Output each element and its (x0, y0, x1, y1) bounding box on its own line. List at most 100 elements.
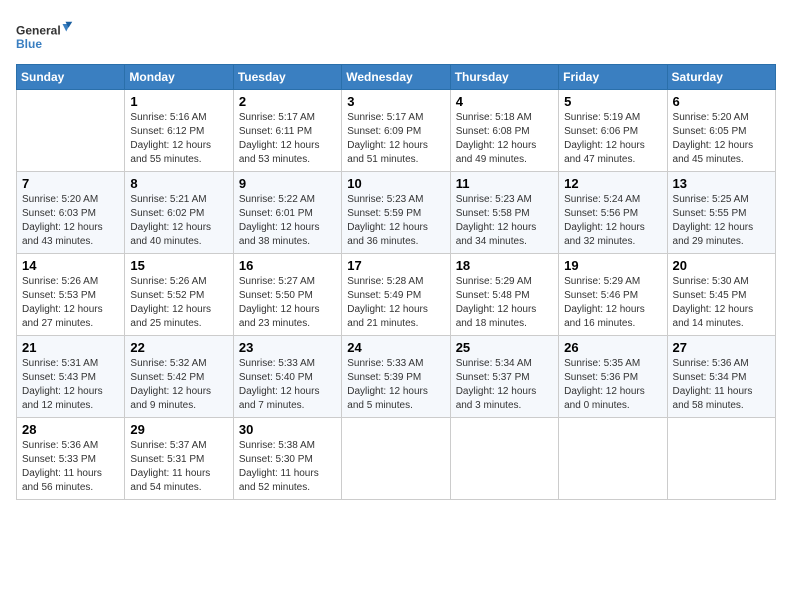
calendar-week-row: 7 Sunrise: 5:20 AMSunset: 6:03 PMDaylight… (17, 172, 776, 254)
day-number: 10 (347, 176, 444, 191)
calendar-cell: 16 Sunrise: 5:27 AMSunset: 5:50 PMDayligh… (233, 254, 341, 336)
day-number: 13 (673, 176, 770, 191)
day-number: 26 (564, 340, 661, 355)
day-info: Sunrise: 5:33 AMSunset: 5:39 PMDaylight:… (347, 357, 444, 413)
day-info: Sunrise: 5:27 AMSunset: 5:50 PMDaylight:… (239, 275, 336, 331)
day-info: Sunrise: 5:25 AMSunset: 5:55 PMDaylight:… (673, 193, 770, 249)
calendar-cell: 9 Sunrise: 5:22 AMSunset: 6:01 PMDaylight… (233, 172, 341, 254)
day-number: 14 (22, 258, 119, 273)
calendar-cell: 27 Sunrise: 5:36 AMSunset: 5:34 PMDayligh… (667, 336, 775, 418)
calendar-cell (559, 418, 667, 500)
day-number: 22 (130, 340, 227, 355)
day-info: Sunrise: 5:16 AMSunset: 6:12 PMDaylight:… (130, 111, 227, 167)
calendar-cell: 8 Sunrise: 5:21 AMSunset: 6:02 PMDaylight… (125, 172, 233, 254)
calendar-cell: 15 Sunrise: 5:26 AMSunset: 5:52 PMDayligh… (125, 254, 233, 336)
calendar-cell: 26 Sunrise: 5:35 AMSunset: 5:36 PMDayligh… (559, 336, 667, 418)
day-number: 3 (347, 94, 444, 109)
day-info: Sunrise: 5:23 AMSunset: 5:58 PMDaylight:… (456, 193, 553, 249)
day-info: Sunrise: 5:19 AMSunset: 6:06 PMDaylight:… (564, 111, 661, 167)
calendar-cell: 29 Sunrise: 5:37 AMSunset: 5:31 PMDayligh… (125, 418, 233, 500)
day-info: Sunrise: 5:26 AMSunset: 5:53 PMDaylight:… (22, 275, 119, 331)
day-number: 8 (130, 176, 227, 191)
day-info: Sunrise: 5:22 AMSunset: 6:01 PMDaylight:… (239, 193, 336, 249)
day-number: 7 (22, 176, 119, 191)
calendar-cell: 17 Sunrise: 5:28 AMSunset: 5:49 PMDayligh… (342, 254, 450, 336)
day-info: Sunrise: 5:20 AMSunset: 6:05 PMDaylight:… (673, 111, 770, 167)
calendar-cell: 4Sunrise: 5:18 AMSunset: 6:08 PMDaylight… (450, 90, 558, 172)
day-number: 16 (239, 258, 336, 273)
calendar-cell: 11Sunrise: 5:23 AMSunset: 5:58 PMDayligh… (450, 172, 558, 254)
day-number: 25 (456, 340, 553, 355)
day-info: Sunrise: 5:17 AMSunset: 6:09 PMDaylight:… (347, 111, 444, 167)
calendar-cell: 7 Sunrise: 5:20 AMSunset: 6:03 PMDaylight… (17, 172, 125, 254)
calendar-cell: 22 Sunrise: 5:32 AMSunset: 5:42 PMDayligh… (125, 336, 233, 418)
day-number: 23 (239, 340, 336, 355)
calendar-cell: 14 Sunrise: 5:26 AMSunset: 5:53 PMDayligh… (17, 254, 125, 336)
svg-text:General: General (16, 24, 61, 38)
day-number: 28 (22, 422, 119, 437)
col-header-monday: Monday (125, 65, 233, 90)
day-number: 15 (130, 258, 227, 273)
day-info: Sunrise: 5:34 AMSunset: 5:37 PMDaylight:… (456, 357, 553, 413)
day-number: 20 (673, 258, 770, 273)
col-header-thursday: Thursday (450, 65, 558, 90)
day-info: Sunrise: 5:21 AMSunset: 6:02 PMDaylight:… (130, 193, 227, 249)
day-info: Sunrise: 5:23 AMSunset: 5:59 PMDaylight:… (347, 193, 444, 249)
calendar-header-row: SundayMondayTuesdayWednesdayThursdayFrid… (17, 65, 776, 90)
col-header-tuesday: Tuesday (233, 65, 341, 90)
day-number: 17 (347, 258, 444, 273)
day-info: Sunrise: 5:20 AMSunset: 6:03 PMDaylight:… (22, 193, 119, 249)
calendar-week-row: 28 Sunrise: 5:36 AMSunset: 5:33 PMDayligh… (17, 418, 776, 500)
day-info: Sunrise: 5:36 AMSunset: 5:34 PMDaylight:… (673, 357, 770, 413)
day-info: Sunrise: 5:29 AMSunset: 5:46 PMDaylight:… (564, 275, 661, 331)
page-header: GeneralBlue (16, 16, 776, 56)
day-number: 1 (130, 94, 227, 109)
day-info: Sunrise: 5:32 AMSunset: 5:42 PMDaylight:… (130, 357, 227, 413)
day-number: 27 (673, 340, 770, 355)
calendar-cell (17, 90, 125, 172)
day-number: 4 (456, 94, 553, 109)
day-number: 5 (564, 94, 661, 109)
calendar-cell: 18Sunrise: 5:29 AMSunset: 5:48 PMDayligh… (450, 254, 558, 336)
day-number: 18 (456, 258, 553, 273)
calendar-cell: 25 Sunrise: 5:34 AMSunset: 5:37 PMDayligh… (450, 336, 558, 418)
calendar-cell (450, 418, 558, 500)
calendar-cell: 5 Sunrise: 5:19 AMSunset: 6:06 PMDaylight… (559, 90, 667, 172)
calendar-cell: 12 Sunrise: 5:24 AMSunset: 5:56 PMDayligh… (559, 172, 667, 254)
calendar-cell: 3 Sunrise: 5:17 AMSunset: 6:09 PMDaylight… (342, 90, 450, 172)
day-number: 6 (673, 94, 770, 109)
day-number: 29 (130, 422, 227, 437)
day-info: Sunrise: 5:35 AMSunset: 5:36 PMDaylight:… (564, 357, 661, 413)
day-info: Sunrise: 5:28 AMSunset: 5:49 PMDaylight:… (347, 275, 444, 331)
calendar-cell: 20 Sunrise: 5:30 AMSunset: 5:45 PMDayligh… (667, 254, 775, 336)
day-info: Sunrise: 5:30 AMSunset: 5:45 PMDaylight:… (673, 275, 770, 331)
calendar-week-row: 1 Sunrise: 5:16 AMSunset: 6:12 PMDaylight… (17, 90, 776, 172)
day-info: Sunrise: 5:31 AMSunset: 5:43 PMDaylight:… (22, 357, 119, 413)
col-header-wednesday: Wednesday (342, 65, 450, 90)
calendar-cell: 1 Sunrise: 5:16 AMSunset: 6:12 PMDaylight… (125, 90, 233, 172)
day-info: Sunrise: 5:26 AMSunset: 5:52 PMDaylight:… (130, 275, 227, 331)
calendar-cell: 19 Sunrise: 5:29 AMSunset: 5:46 PMDayligh… (559, 254, 667, 336)
day-number: 9 (239, 176, 336, 191)
day-info: Sunrise: 5:33 AMSunset: 5:40 PMDaylight:… (239, 357, 336, 413)
calendar-cell: 30Sunrise: 5:38 AMSunset: 5:30 PMDayligh… (233, 418, 341, 500)
calendar-cell: 6 Sunrise: 5:20 AMSunset: 6:05 PMDaylight… (667, 90, 775, 172)
calendar-cell: 28 Sunrise: 5:36 AMSunset: 5:33 PMDayligh… (17, 418, 125, 500)
logo: GeneralBlue (16, 16, 76, 56)
calendar-week-row: 21Sunrise: 5:31 AMSunset: 5:43 PMDayligh… (17, 336, 776, 418)
day-number: 12 (564, 176, 661, 191)
day-info: Sunrise: 5:37 AMSunset: 5:31 PMDaylight:… (130, 439, 227, 495)
col-header-friday: Friday (559, 65, 667, 90)
calendar-cell (342, 418, 450, 500)
calendar-cell (667, 418, 775, 500)
day-info: Sunrise: 5:24 AMSunset: 5:56 PMDaylight:… (564, 193, 661, 249)
day-info: Sunrise: 5:17 AMSunset: 6:11 PMDaylight:… (239, 111, 336, 167)
calendar-cell: 21Sunrise: 5:31 AMSunset: 5:43 PMDayligh… (17, 336, 125, 418)
day-number: 2 (239, 94, 336, 109)
calendar-cell: 24Sunrise: 5:33 AMSunset: 5:39 PMDayligh… (342, 336, 450, 418)
calendar-week-row: 14 Sunrise: 5:26 AMSunset: 5:53 PMDayligh… (17, 254, 776, 336)
day-info: Sunrise: 5:38 AMSunset: 5:30 PMDaylight:… (239, 439, 336, 495)
calendar-cell: 2 Sunrise: 5:17 AMSunset: 6:11 PMDaylight… (233, 90, 341, 172)
day-number: 19 (564, 258, 661, 273)
day-info: Sunrise: 5:36 AMSunset: 5:33 PMDaylight:… (22, 439, 119, 495)
